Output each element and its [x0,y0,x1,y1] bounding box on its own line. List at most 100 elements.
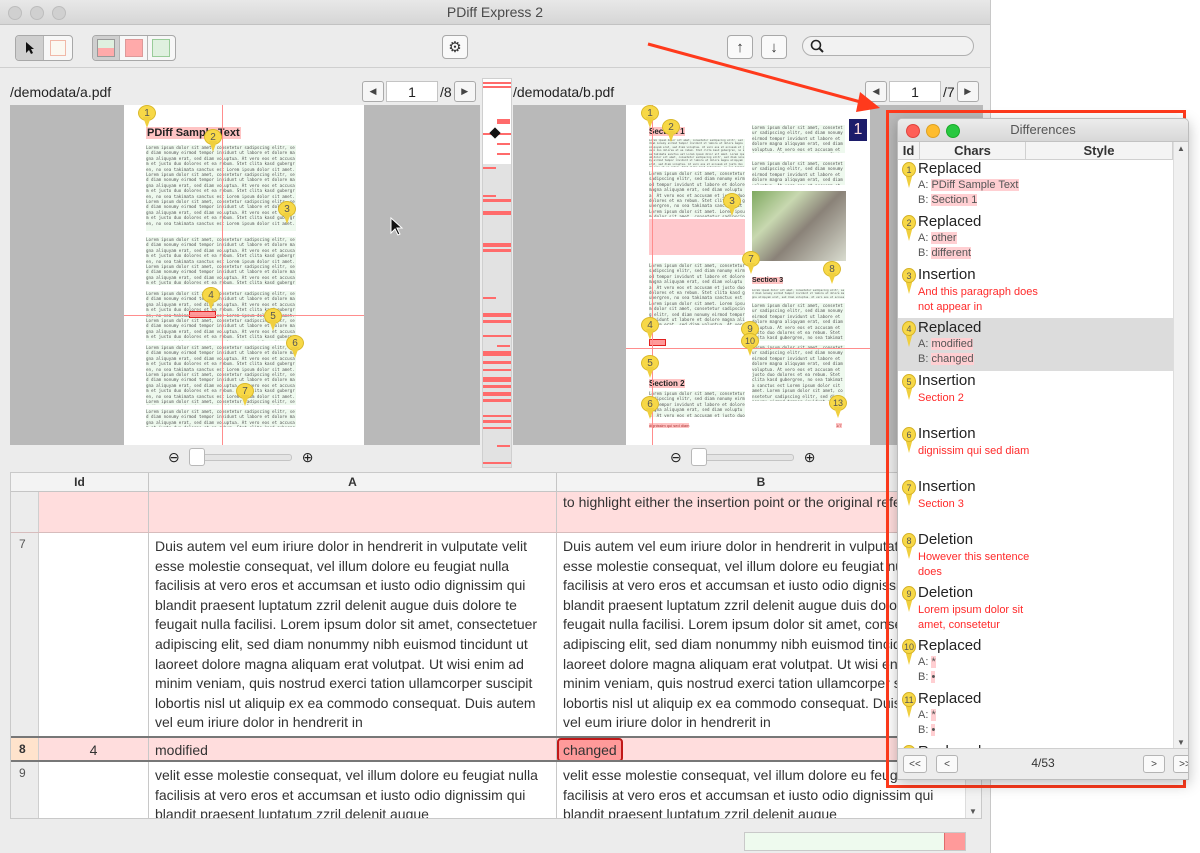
minimize-button[interactable] [30,6,44,20]
right-next-page-button[interactable]: ▶ [956,81,979,102]
table-row-selected[interactable]: 8 4 modified changed [11,736,966,762]
diff-marker[interactable]: 4 [202,287,220,311]
difference-item[interactable]: 6 Insertion dignissim qui sed diam [898,424,1173,477]
diff-marker[interactable]: 7 [742,251,760,275]
window-title: PDiff Express 2 [446,4,544,20]
diff-marker[interactable]: 8 [823,261,841,285]
difference-overview-strip[interactable] [482,78,512,468]
a-cell: Duis autem vel eum iriure dolor in hendr… [149,533,557,736]
difference-item[interactable]: 1 Replaced A: PDiff Sample Text B: Section … [898,159,1173,212]
arrow-up-icon: ↑ [736,38,744,56]
difference-text: And this paragraph does not appear in [918,286,1038,313]
table-row[interactable]: 7 Duis autem vel eum iriure dolor in hen… [11,532,966,736]
scroll-up-arrow-icon[interactable]: ▲ [1177,144,1185,153]
column-header-a[interactable]: A [149,473,557,492]
left-next-page-button[interactable]: ▶ [453,81,476,102]
split-view-button[interactable] [93,36,121,60]
differences-list: 1 Replaced A: PDiff Sample Text B: Section … [898,159,1173,749]
deleted-view-button[interactable] [120,36,148,60]
zoom-out-icon[interactable]: ⊖ [670,449,682,466]
last-difference-button[interactable]: >> [1173,755,1188,773]
first-difference-button[interactable]: << [903,755,927,773]
diff-marker[interactable]: 1 [138,105,156,129]
diff-marker[interactable]: 2 [204,129,222,153]
region-tool-button[interactable] [44,36,72,60]
id-cell [39,533,149,736]
left-prev-page-button[interactable]: ◀ [362,81,384,102]
diff-marker[interactable]: 7 [236,383,254,407]
differences-scrollbar[interactable]: ▲ ▼ [1173,142,1188,749]
right-col1-para-4: Lorem ipsum dolor sit amet, consetetur s… [649,391,745,417]
slider-knob[interactable] [188,447,205,466]
diff-marker[interactable]: 4 [641,317,659,341]
minimize-button[interactable] [926,124,940,138]
pointer-tool-button[interactable] [16,36,44,60]
next-difference-button[interactable]: > [1143,755,1165,773]
difference-item[interactable]: 3 Insertion And this paragraph does not ap… [898,265,1173,318]
zoom-in-icon[interactable]: ⊕ [302,449,314,466]
table-row[interactable]: 9 velit esse molestie consequat, vel ill… [11,762,966,818]
column-header-chars[interactable]: Chars [920,142,1026,159]
right-page-input[interactable]: 1 [889,81,941,102]
diff-marker-icon: 3 [902,268,916,296]
view-mode-selector [92,35,176,61]
previous-difference-button[interactable]: ↑ [727,35,753,59]
right-col1-para-1: Lorem ipsum dolor sit amet, consetetur s… [649,139,745,167]
difference-item[interactable]: 9 Deletion Lorem ipsum dolor sit amet, con… [898,583,1173,636]
scroll-down-arrow-icon[interactable]: ▼ [1177,738,1185,747]
diff-marker-icon: 11 [902,692,916,720]
diff-marker[interactable]: 13 [829,395,847,419]
settings-button[interactable]: ⚙ [442,35,468,59]
diff-marker[interactable]: 3 [278,201,296,225]
region-icon [50,40,66,56]
difference-type: Insertion [918,478,976,495]
left-document-viewer[interactable]: PDiff Sample Text Lorem ipsum dolor sit … [10,105,480,445]
column-header-style[interactable]: Style [1026,142,1173,159]
diff-marker[interactable]: 2 [662,119,680,143]
close-button[interactable] [906,124,920,138]
close-button[interactable] [8,6,22,20]
diff-marker[interactable]: 3 [723,193,741,217]
diff-marker[interactable]: 6 [641,396,659,420]
triangle-left-icon: ◀ [369,86,377,96]
difference-item[interactable]: 7 Insertion Section 3 [898,477,1173,530]
difference-item[interactable]: 5 Insertion Section 2 [898,371,1173,424]
right-prev-page-button[interactable]: ◀ [865,81,887,102]
right-col2-para-3: Lorem ipsum dolor sit amet, consetetur s… [752,289,845,299]
next-difference-button[interactable]: ↓ [761,35,787,59]
difference-item[interactable]: 4 Replaced A: modified B: changed [898,318,1173,371]
difference-type: Replaced [918,319,982,336]
right-zoom-slider[interactable] [690,447,794,466]
difference-item[interactable]: 8 Deletion However this sentence does [898,530,1173,583]
difference-item[interactable]: 11 Replaced A: * B: • [898,689,1173,742]
slider-knob[interactable] [690,447,707,466]
left-page-input[interactable]: 1 [386,81,438,102]
left-page-navigator: ◀ 1 /8 ▶ [362,80,476,103]
zoom-button[interactable] [52,6,66,20]
diff-marker[interactable]: 10 [741,333,759,357]
right-page-navigator: ◀ 1 /7 ▶ [865,80,979,103]
column-header-id[interactable]: Id [11,473,149,492]
left-paragraph-4: Lorem ipsum dolor sit amet, consetetur s… [146,345,296,405]
zoom-button[interactable] [946,124,960,138]
table-row[interactable]: to highlight either the insertion point … [11,492,966,532]
right-col2-para-4: Lorem ipsum dolor sit amet, consetetur s… [752,303,845,341]
search-field[interactable] [802,36,974,56]
left-page-title: PDiff Sample Text [146,127,241,139]
difference-item[interactable]: 2 Replaced A: other B: different [898,212,1173,265]
diff-marker[interactable]: 5 [641,355,659,379]
left-zoom-slider[interactable] [188,447,292,466]
zoom-in-icon[interactable]: ⊕ [804,449,816,466]
diff-marker[interactable]: 6 [286,335,304,359]
column-header-id[interactable]: Id [898,142,920,159]
search-icon [810,39,824,53]
diff-marker-icon: 6 [902,427,916,455]
difference-item[interactable]: 10 Replaced A: * B: • [898,636,1173,689]
scroll-down-arrow-icon[interactable]: ▼ [969,807,977,816]
zoom-out-icon[interactable]: ⊖ [168,449,180,466]
diff-marker[interactable]: 5 [264,308,282,332]
inserted-view-button[interactable] [148,36,175,60]
difference-text: However this sentence does [918,551,1030,578]
previous-difference-button[interactable]: < [936,755,958,773]
diff-marker[interactable]: 1 [641,105,659,129]
